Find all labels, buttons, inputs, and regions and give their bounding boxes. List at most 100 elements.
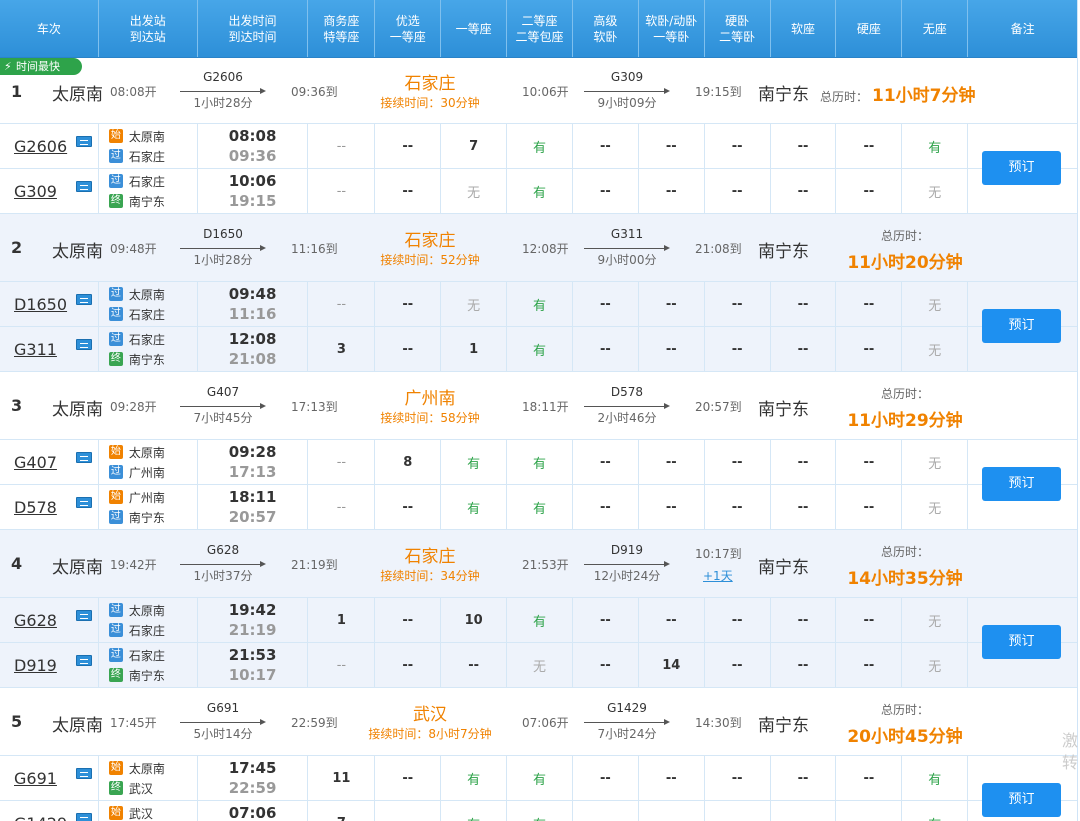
seat-no-seat[interactable]: 无 <box>902 282 969 326</box>
seat-first-class[interactable]: 无 <box>441 282 508 326</box>
seat-hard-sleeper[interactable]: -- <box>705 124 771 168</box>
seat-soft-seat[interactable]: -- <box>771 327 837 371</box>
seat-soft-seat[interactable]: -- <box>771 598 837 642</box>
seat-no-seat[interactable]: 有 <box>902 801 969 821</box>
book-button[interactable]: 预订 <box>982 467 1061 501</box>
plus-day-link[interactable]: +1天 <box>703 567 733 584</box>
book-button[interactable]: 预订 <box>982 625 1061 659</box>
train-info-icon[interactable] <box>75 610 92 621</box>
seat-hard-sleeper[interactable]: -- <box>705 643 771 687</box>
train-info-icon[interactable] <box>75 339 92 350</box>
seat-premium-first[interactable]: -- <box>375 756 442 800</box>
seat-premium-first[interactable]: -- <box>375 643 442 687</box>
seat-soft-sleeper[interactable]: -- <box>639 124 705 168</box>
seat-first-class[interactable]: 有 <box>441 440 508 484</box>
seat-business-seat[interactable]: 3 <box>308 327 376 371</box>
train-no-link[interactable]: G309 <box>14 182 57 201</box>
seat-deluxe-soft-sleeper[interactable]: -- <box>573 124 639 168</box>
seat-first-class[interactable]: 7 <box>441 124 508 168</box>
seat-business-seat[interactable]: 7 <box>308 801 376 821</box>
book-button[interactable]: 预订 <box>982 151 1061 185</box>
seat-hard-sleeper[interactable]: -- <box>705 598 771 642</box>
seat-hard-seat[interactable]: -- <box>836 801 903 821</box>
seat-business-seat[interactable]: -- <box>308 485 376 529</box>
seat-premium-first[interactable]: -- <box>375 282 442 326</box>
train-info-icon[interactable] <box>75 497 92 508</box>
seat-soft-seat[interactable]: -- <box>771 756 837 800</box>
train-info-icon[interactable] <box>75 294 92 305</box>
seat-second-class[interactable]: 有 <box>507 169 573 213</box>
seat-second-class[interactable]: 有 <box>507 124 573 168</box>
train-no-link[interactable]: G628 <box>14 611 57 630</box>
seat-second-class[interactable]: 有 <box>507 598 573 642</box>
seat-deluxe-soft-sleeper[interactable]: -- <box>573 643 639 687</box>
seat-no-seat[interactable]: 无 <box>902 327 969 371</box>
seat-second-class[interactable]: 有 <box>507 485 573 529</box>
seat-no-seat[interactable]: 有 <box>902 124 969 168</box>
seat-business-seat[interactable]: 1 <box>308 598 376 642</box>
seat-deluxe-soft-sleeper[interactable]: -- <box>573 801 639 821</box>
train-no-link[interactable]: D578 <box>14 498 57 517</box>
train-no-link[interactable]: D1650 <box>14 295 67 314</box>
seat-first-class[interactable]: 1 <box>441 327 508 371</box>
seat-premium-first[interactable]: -- <box>375 598 442 642</box>
seat-business-seat[interactable]: -- <box>308 440 376 484</box>
seat-premium-first[interactable]: 8 <box>375 440 442 484</box>
seat-no-seat[interactable]: 无 <box>902 169 969 213</box>
seat-soft-sleeper[interactable]: -- <box>639 756 705 800</box>
seat-deluxe-soft-sleeper[interactable]: -- <box>573 756 639 800</box>
train-no-link[interactable]: G407 <box>14 453 57 472</box>
seat-hard-sleeper[interactable]: -- <box>705 327 771 371</box>
seat-soft-seat[interactable]: -- <box>771 643 837 687</box>
seat-first-class[interactable]: 10 <box>441 598 508 642</box>
seat-hard-seat[interactable]: -- <box>836 485 903 529</box>
seat-first-class[interactable]: -- <box>441 643 508 687</box>
seat-soft-seat[interactable]: -- <box>771 282 837 326</box>
seat-premium-first[interactable]: -- <box>375 801 442 821</box>
seat-soft-seat[interactable]: -- <box>771 440 837 484</box>
book-button[interactable]: 预订 <box>982 309 1061 343</box>
seat-hard-seat[interactable]: -- <box>836 643 903 687</box>
seat-soft-sleeper[interactable]: -- <box>639 327 705 371</box>
seat-second-class[interactable]: 有 <box>507 327 573 371</box>
seat-hard-sleeper[interactable]: -- <box>705 801 771 821</box>
seat-hard-sleeper[interactable]: -- <box>705 485 771 529</box>
seat-soft-seat[interactable]: -- <box>771 485 837 529</box>
seat-soft-sleeper[interactable]: -- <box>639 169 705 213</box>
seat-deluxe-soft-sleeper[interactable]: -- <box>573 327 639 371</box>
seat-hard-sleeper[interactable]: -- <box>705 756 771 800</box>
seat-no-seat[interactable]: 无 <box>902 485 969 529</box>
seat-premium-first[interactable]: -- <box>375 485 442 529</box>
seat-premium-first[interactable]: -- <box>375 327 442 371</box>
seat-soft-sleeper[interactable]: -- <box>639 801 705 821</box>
train-info-icon[interactable] <box>75 768 92 779</box>
train-no-link[interactable]: G691 <box>14 769 57 788</box>
book-button[interactable]: 预订 <box>982 783 1061 817</box>
train-info-icon[interactable] <box>75 655 92 666</box>
seat-business-seat[interactable]: 11 <box>308 756 376 800</box>
train-info-icon[interactable] <box>75 813 92 821</box>
seat-soft-sleeper[interactable]: -- <box>639 598 705 642</box>
train-no-link[interactable]: G311 <box>14 340 57 359</box>
seat-soft-sleeper[interactable]: -- <box>639 440 705 484</box>
seat-hard-sleeper[interactable]: -- <box>705 282 771 326</box>
seat-business-seat[interactable]: -- <box>308 282 376 326</box>
seat-second-class[interactable]: 有 <box>507 756 573 800</box>
seat-deluxe-soft-sleeper[interactable]: -- <box>573 169 639 213</box>
seat-business-seat[interactable]: -- <box>308 643 376 687</box>
seat-hard-seat[interactable]: -- <box>836 169 903 213</box>
seat-soft-sleeper[interactable]: -- <box>639 485 705 529</box>
seat-hard-seat[interactable]: -- <box>836 327 903 371</box>
seat-soft-seat[interactable]: -- <box>771 124 837 168</box>
seat-premium-first[interactable]: -- <box>375 169 442 213</box>
seat-first-class[interactable]: 有 <box>441 485 508 529</box>
seat-hard-sleeper[interactable]: -- <box>705 440 771 484</box>
seat-soft-sleeper[interactable]: -- <box>639 282 705 326</box>
train-info-icon[interactable] <box>75 452 92 463</box>
seat-hard-seat[interactable]: -- <box>836 124 903 168</box>
seat-no-seat[interactable]: 无 <box>902 643 969 687</box>
seat-soft-sleeper[interactable]: 14 <box>639 643 705 687</box>
seat-hard-seat[interactable]: -- <box>836 440 903 484</box>
train-no-link[interactable]: G1429 <box>14 814 67 821</box>
seat-second-class[interactable]: 有 <box>507 801 573 821</box>
